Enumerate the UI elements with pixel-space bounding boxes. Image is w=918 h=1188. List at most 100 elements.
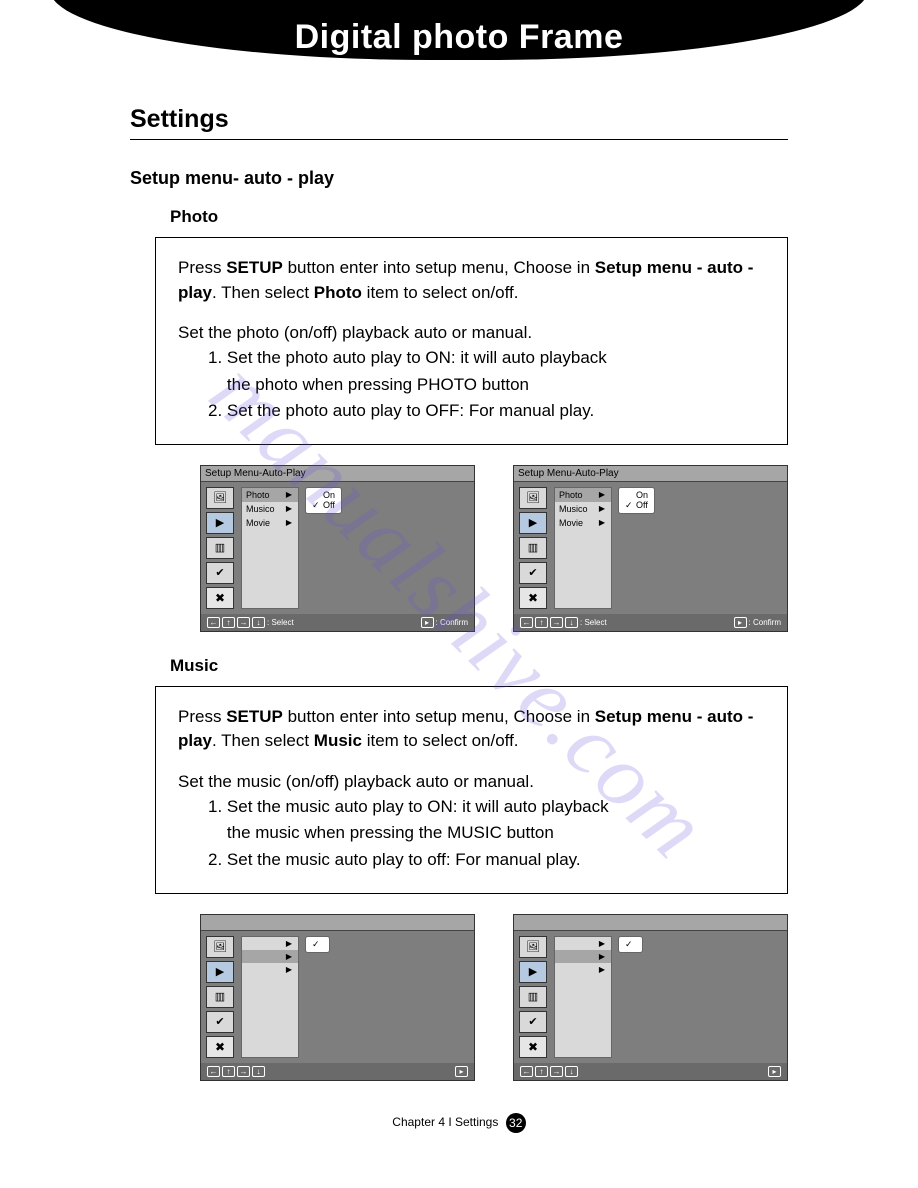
menu-row: ▶ [242, 950, 298, 963]
panel-footer: ← ↑ → ↓ : Select ▸ : Confirm [201, 614, 474, 631]
sidebar-close-icon: ✖ [206, 587, 234, 609]
sidebar-photo-icon: 🖼 [519, 936, 547, 958]
sidebar-check-icon: ✔ [206, 1011, 234, 1033]
photo-steps: 1. Set the photo auto play to ON: it wil… [208, 346, 765, 424]
option-off: ✓Off [625, 500, 648, 511]
menu-row: ▶ [555, 937, 611, 950]
panel-title [514, 915, 787, 931]
menu-movie: Movie▶ [242, 516, 298, 530]
photo-textbox: Press SETUP button enter into setup menu… [155, 237, 788, 445]
up-arrow-icon: ↑ [222, 617, 235, 628]
right-arrow-icon: → [550, 617, 563, 628]
footer-select: : Select [267, 618, 294, 627]
play-icon: ▸ [455, 1066, 468, 1077]
right-arrow-icon: → [550, 1066, 563, 1077]
footer-confirm: : Confirm [436, 618, 468, 627]
left-arrow-icon: ← [207, 1066, 220, 1077]
option-box: ✓ [305, 936, 330, 953]
sidebar-play-icon: ▶ [206, 512, 234, 534]
menu-column: Photo▶ Musico▶ Movie▶ [241, 487, 299, 609]
photo-p2: Set the photo (on/off) playback auto or … [178, 321, 765, 346]
panel-title: Setup Menu-Auto-Play [514, 466, 787, 482]
sidebar-play-icon: ▶ [519, 512, 547, 534]
option-row: ✓ [312, 939, 323, 950]
music-p1: Press SETUP button enter into setup menu… [178, 705, 765, 754]
right-arrow-icon: → [237, 617, 250, 628]
menu-column: Photo▶ Musico▶ Movie▶ [554, 487, 612, 609]
play-icon: ▸ [421, 617, 434, 628]
down-arrow-icon: ↓ [565, 1066, 578, 1077]
panel-footer: ← ↑ → ↓ ▸ [201, 1063, 474, 1080]
sidebar-check-icon: ✔ [519, 562, 547, 584]
up-arrow-icon: ↑ [535, 1066, 548, 1077]
panel-sidebar: 🖼 ▶ ▥ ✔ ✖ [519, 487, 549, 609]
option-box: ✓ [618, 936, 643, 953]
down-arrow-icon: ↓ [565, 617, 578, 628]
menu-row: ▶ [555, 963, 611, 976]
setup-panel-music-on: 🖼 ▶ ▥ ✔ ✖ ▶ ▶ ▶ ✓ ← [200, 914, 475, 1081]
up-arrow-icon: ↑ [535, 617, 548, 628]
sidebar-close-icon: ✖ [519, 1036, 547, 1058]
menu-music: Musico▶ [242, 502, 298, 516]
menu-row: ▶ [555, 950, 611, 963]
left-arrow-icon: ← [207, 617, 220, 628]
music-step-1b: the music when pressing the MUSIC button [208, 821, 765, 846]
option-on: On [312, 490, 335, 500]
footer-chapter: Chapter 4 I Settings [392, 1115, 498, 1129]
divider [130, 139, 788, 140]
left-arrow-icon: ← [520, 1066, 533, 1077]
panel-sidebar: 🖼 ▶ ▥ ✔ ✖ [206, 487, 236, 609]
down-arrow-icon: ↓ [252, 617, 265, 628]
panel-footer: ← ↑ → ↓ : Select ▸ : Confirm [514, 614, 787, 631]
panel-title: Setup Menu-Auto-Play [201, 466, 474, 482]
sidebar-bars-icon: ▥ [519, 986, 547, 1008]
photo-panels: Setup Menu-Auto-Play 🖼 ▶ ▥ ✔ ✖ Photo▶ Mu… [200, 465, 788, 632]
sidebar-check-icon: ✔ [206, 562, 234, 584]
option-row: ✓ [625, 939, 636, 950]
left-arrow-icon: ← [520, 617, 533, 628]
page-footer: Chapter 4 I Settings 32 [50, 1113, 868, 1133]
panel-footer: ← ↑ → ↓ ▸ [514, 1063, 787, 1080]
sidebar-play-icon: ▶ [206, 961, 234, 983]
music-step-2: 2. Set the music auto play to off: For m… [208, 848, 765, 873]
panel-sidebar: 🖼 ▶ ▥ ✔ ✖ [519, 936, 549, 1058]
header-banner: Digital photo Frame [50, 0, 868, 80]
option-box: On ✓Off [305, 487, 342, 514]
setup-panel-photo-off: Setup Menu-Auto-Play 🖼 ▶ ▥ ✔ ✖ Photo▶ Mu… [513, 465, 788, 632]
music-steps: 1. Set the music auto play to ON: it wil… [208, 795, 765, 873]
sidebar-bars-icon: ▥ [519, 537, 547, 559]
menu-column: ▶ ▶ ▶ [241, 936, 299, 1058]
setup-panel-music-off: 🖼 ▶ ▥ ✔ ✖ ▶ ▶ ▶ ✓ ← [513, 914, 788, 1081]
sidebar-close-icon: ✖ [519, 587, 547, 609]
sidebar-play-icon: ▶ [519, 961, 547, 983]
music-label: Music [170, 656, 868, 676]
menu-column: ▶ ▶ ▶ [554, 936, 612, 1058]
photo-step-1a: 1. Set the photo auto play to ON: it wil… [208, 346, 765, 371]
play-icon: ▸ [768, 1066, 781, 1077]
menu-row: ▶ [242, 937, 298, 950]
up-arrow-icon: ↑ [222, 1066, 235, 1077]
menu-movie: Movie▶ [555, 516, 611, 530]
menu-photo: Photo▶ [555, 488, 611, 502]
music-textbox: Press SETUP button enter into setup menu… [155, 686, 788, 894]
right-arrow-icon: → [237, 1066, 250, 1077]
photo-p1: Press SETUP button enter into setup menu… [178, 256, 765, 305]
play-icon: ▸ [734, 617, 747, 628]
subheading: Setup menu- auto - play [130, 168, 868, 189]
option-off: ✓Off [312, 500, 335, 511]
sidebar-bars-icon: ▥ [206, 986, 234, 1008]
footer-confirm: : Confirm [749, 618, 781, 627]
section-title: Settings [130, 105, 868, 134]
menu-music: Musico▶ [555, 502, 611, 516]
sidebar-bars-icon: ▥ [206, 537, 234, 559]
option-box: On ✓Off [618, 487, 655, 514]
photo-label: Photo [170, 207, 868, 227]
sidebar-photo-icon: 🖼 [206, 936, 234, 958]
sidebar-close-icon: ✖ [206, 1036, 234, 1058]
photo-step-2: 2. Set the photo auto play to OFF: For m… [208, 399, 765, 424]
down-arrow-icon: ↓ [252, 1066, 265, 1077]
page-number: 32 [506, 1113, 526, 1133]
music-p2: Set the music (on/off) playback auto or … [178, 770, 765, 795]
sidebar-check-icon: ✔ [519, 1011, 547, 1033]
photo-step-1b: the photo when pressing PHOTO button [208, 373, 765, 398]
